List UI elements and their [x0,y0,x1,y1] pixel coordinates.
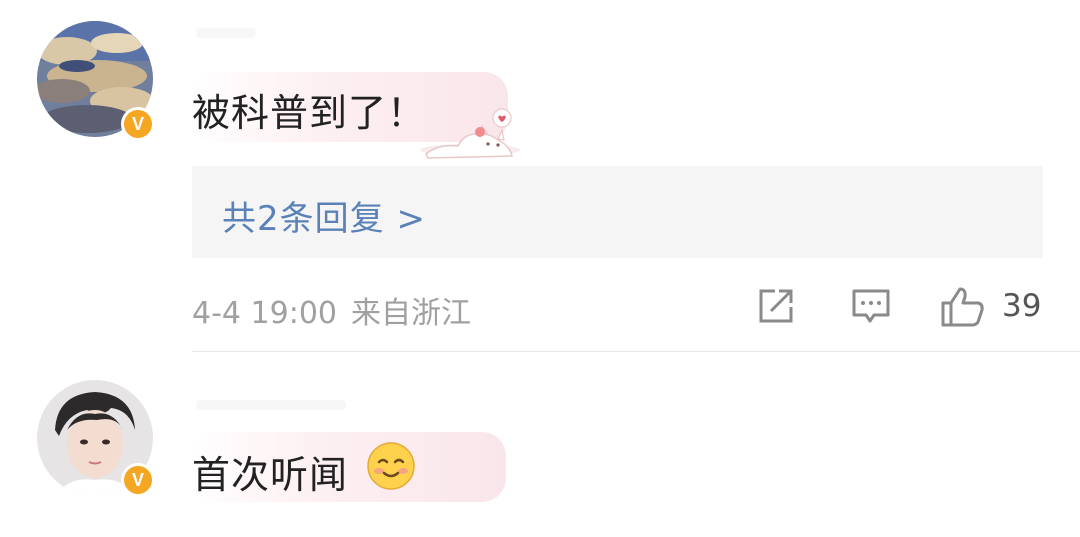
cat-sticker-icon [418,104,522,166]
comment-text: 被科普到了！ [192,91,427,135]
reply-button[interactable] [850,285,892,331]
like-button[interactable] [940,285,986,333]
divider [192,351,1080,352]
like-icon [941,287,984,327]
timestamp: 4-4 19:00 [192,296,337,331]
share-button[interactable] [755,285,797,331]
like-count: 39 [1002,288,1042,324]
comment-item: V 首次听闻 [0,355,1080,537]
replies-panel[interactable]: 共2条回复 > [192,166,1043,258]
view-replies-link[interactable]: 共2条回复 > [222,191,426,240]
username-blurred [196,400,346,410]
comment-item: V 被科普到了！ 共2条回复 > 4-4 19:00 来自浙江 39 [0,0,1080,352]
comment-icon [852,289,890,323]
share-icon [759,289,793,323]
username-blurred [196,28,256,38]
location: 来自浙江 [351,296,471,331]
comment-text: 首次听闻 [192,453,349,497]
comment-meta: 4-4 19:00 来自浙江 [192,288,471,332]
verified-badge-icon: V [121,107,155,141]
smiling-face-icon [366,441,416,495]
verified-badge-icon: V [121,463,155,497]
